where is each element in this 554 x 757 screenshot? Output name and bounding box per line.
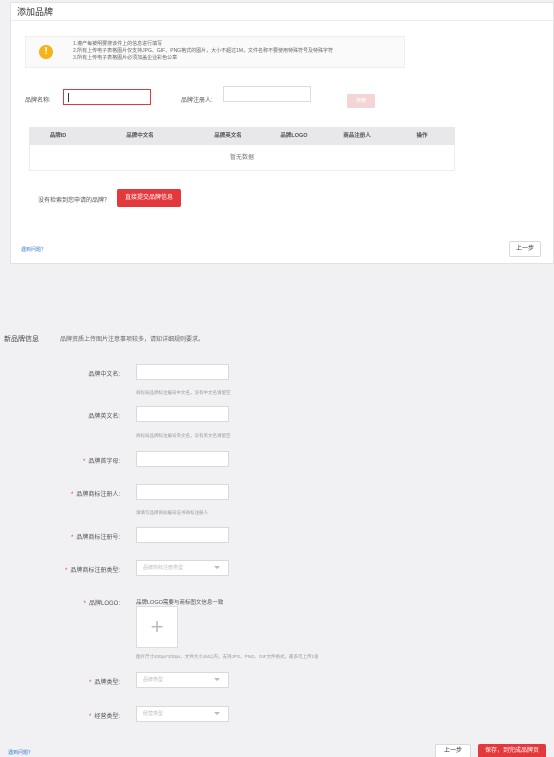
brand-type-select[interactable]: 品牌类型: [136, 672, 229, 688]
reg-no-input[interactable]: [136, 527, 229, 543]
search-button[interactable]: 搜索: [347, 94, 375, 108]
table-header: 品牌ID 品牌中文名 品牌英文名 品牌LOGO 商品注册人 操作: [29, 127, 455, 145]
notice-line: 2.所有上传电子表格图片仅支持JPG、GIF、PNG格式的图片，大小不超过1M，…: [73, 48, 334, 54]
chevron-down-icon: [214, 678, 220, 681]
notice-box: ! 1.遵产每被明要搜该件上的信息进行填写 2.所有上传电子表格图片仅支持JPG…: [25, 36, 405, 68]
search-row: 品牌名称: 品牌注册人: 搜索: [25, 86, 545, 109]
en-name-input[interactable]: [136, 406, 229, 422]
section-subtitle: 品牌资质上传图片注意事项较多，请知详细规则要求。: [60, 337, 205, 343]
column-header: 操作: [416, 133, 428, 139]
noresult-text: 没有检索到您申请的品牌？: [38, 198, 111, 204]
prev-step-button[interactable]: 上一步: [509, 241, 541, 257]
logo-hint: 图片尺寸400px*200px，文件大小1M以内，支持JPG、PNG、GIF文件…: [136, 654, 319, 659]
section-title: 新品牌信息: [4, 336, 39, 343]
brand-type-label: * 品牌类型:: [88, 680, 120, 686]
registrant-input[interactable]: [223, 86, 311, 102]
cn-name-input[interactable]: [136, 364, 229, 380]
submit-brand-info-button[interactable]: 直接提交品牌信息: [117, 189, 181, 207]
initial-input[interactable]: [136, 451, 229, 467]
cn-name-hint: 商标局品牌标注编号中文名，没有中文名请留空: [136, 390, 231, 395]
chevron-down-icon: [214, 712, 220, 715]
logo-upload[interactable]: +: [136, 606, 178, 648]
biz-type-select[interactable]: 经营类型: [136, 706, 229, 722]
reg-type-select[interactable]: 品牌商标注册类型: [136, 560, 229, 576]
en-name-hint: 商标局品牌标注编号英文名，没有英文名请留空: [136, 433, 231, 438]
brand-name-label: 品牌名称:: [25, 98, 51, 104]
table-empty: 暂无数据: [29, 145, 455, 171]
reg-no-label: * 品牌商标注册号:: [70, 535, 120, 541]
help-link[interactable]: 遇到问题？: [21, 246, 46, 253]
save-button[interactable]: 保存，到完成品牌页: [478, 744, 546, 757]
registrant-field-input[interactable]: [136, 484, 229, 500]
registrant-hint: 请填写品牌商标编号证书商标注册人: [136, 510, 208, 515]
initial-label: * 品牌首字母:: [82, 459, 120, 465]
text-caret: [68, 93, 69, 102]
brand-name-input[interactable]: [63, 89, 151, 105]
en-name-label: 品牌英文名:: [88, 414, 120, 420]
column-header: 商品注册人: [343, 133, 371, 139]
notice-line: 1.遵产每被明要搜该件上的信息进行填写: [73, 41, 163, 47]
plus-icon: +: [150, 614, 164, 639]
add-brand-panel: 添加品牌 ! 1.遵产每被明要搜该件上的信息进行填写 2.所有上传电子表格图片仅…: [10, 2, 554, 264]
brand-table: 品牌ID 品牌中文名 品牌英文名 品牌LOGO 商品注册人 操作 暂无数据: [29, 127, 455, 171]
panel-title: 添加品牌: [11, 3, 553, 21]
notice-lines: 1.遵产每被明要搜该件上的信息进行填写 2.所有上传电子表格图片仅支持JPG、G…: [73, 41, 333, 62]
logo-label: * 品牌LOGO:: [83, 601, 120, 607]
column-header: 品牌LOGO: [280, 133, 308, 139]
chevron-down-icon: [214, 566, 220, 569]
column-header: 品牌英文名: [214, 133, 242, 139]
notice-line: 3.所有上传电子表格图片必须加盖企业彩色公章: [73, 55, 178, 61]
logo-note: 品牌LOGO需要与商标图文信息一致: [136, 600, 224, 606]
column-header: 品牌中文名: [126, 133, 154, 139]
column-header: 品牌ID: [49, 133, 67, 139]
biz-type-label: * 经营类型:: [88, 714, 120, 720]
registrant-label: 品牌注册人:: [181, 98, 213, 104]
exclamation-icon: !: [39, 45, 53, 59]
reg-type-label: * 品牌商标注册类型:: [64, 568, 120, 574]
cn-name-label: 品牌中文名:: [88, 372, 120, 378]
help-link-bottom[interactable]: 遇到问题？: [8, 749, 33, 756]
prev-step-button-bottom[interactable]: 上一步: [435, 744, 471, 757]
registrant-field-label: * 品牌商标注册人:: [70, 492, 120, 498]
